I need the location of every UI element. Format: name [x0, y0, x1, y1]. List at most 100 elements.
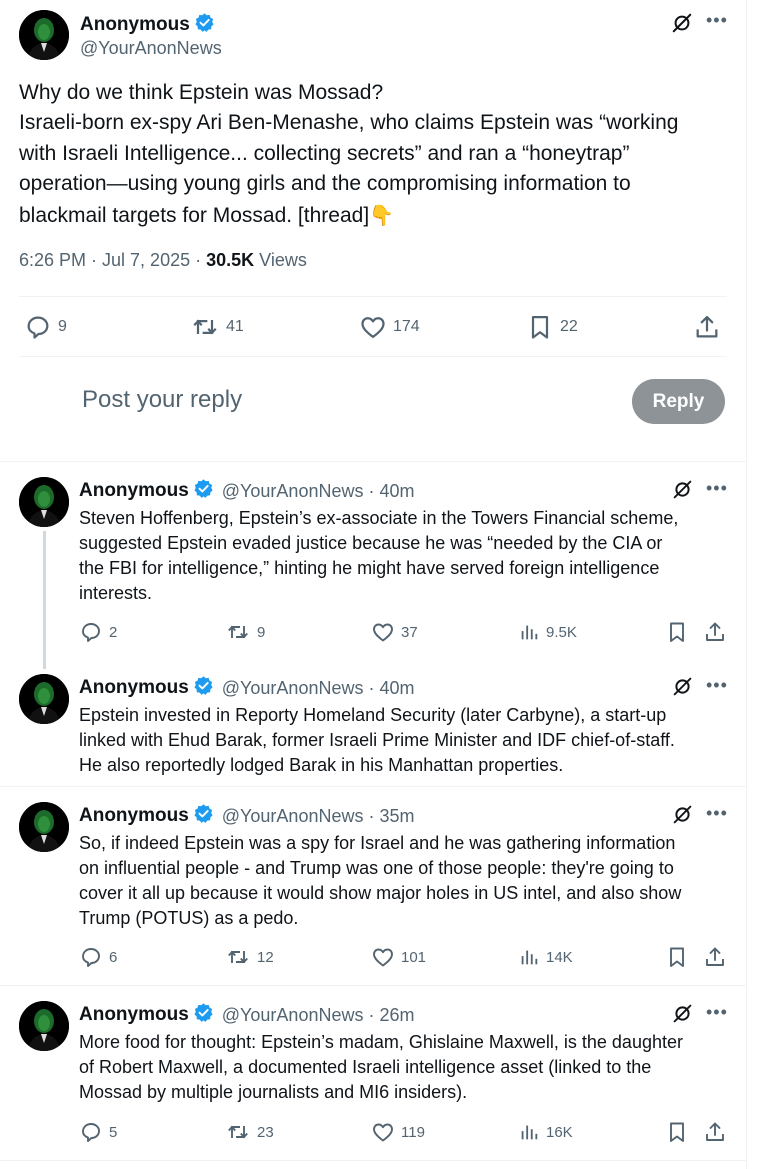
- reply-text: More food for thought: Epstein’s madam, …: [79, 1030, 729, 1105]
- repost-count: 12: [257, 948, 274, 966]
- post-text-line: operation—using young girls and the comp…: [19, 172, 631, 196]
- author-name[interactable]: Anonymous: [79, 805, 189, 827]
- author-name-row: Anonymous: [80, 12, 215, 38]
- repost-icon: [225, 1120, 251, 1144]
- author-handle[interactable]: @YourAnonNews: [222, 1005, 364, 1026]
- like-icon: [371, 945, 395, 969]
- author-name[interactable]: Anonymous: [79, 677, 189, 699]
- avatar[interactable]: [19, 1001, 69, 1051]
- like-button[interactable]: 37: [371, 620, 418, 644]
- section-divider: [0, 461, 746, 462]
- grok-icon[interactable]: [671, 12, 693, 39]
- reply-header: Anonymous @YourAnonNews · 40m: [79, 675, 415, 701]
- pointing-down-emoji: 👇: [369, 202, 395, 227]
- views-icon: [518, 1120, 540, 1144]
- author-handle[interactable]: @YourAnonNews: [222, 806, 364, 827]
- reply-time[interactable]: · 35m: [368, 806, 414, 827]
- bookmark-button[interactable]: 22: [526, 313, 578, 341]
- reply-count: 2: [109, 623, 118, 641]
- repost-icon: [225, 945, 251, 969]
- reply-header: Anonymous @YourAnonNews · 35m: [79, 803, 415, 829]
- reply-text: Epstein invested in Reporty Homeland Sec…: [79, 703, 729, 778]
- repost-count: 23: [257, 1123, 274, 1141]
- share-icon: [703, 620, 727, 644]
- reply-text-line: on influential people - and Trump was on…: [79, 858, 674, 878]
- author-handle[interactable]: @YourAnonNews: [222, 678, 364, 699]
- reply-button[interactable]: 6: [79, 945, 117, 969]
- more-icon[interactable]: •••: [706, 478, 728, 499]
- share-icon: [703, 1120, 727, 1144]
- repost-button[interactable]: 12: [225, 945, 274, 969]
- post-text-line: Israeli-born ex-spy Ari Ben-Menashe, who…: [19, 111, 679, 135]
- reply-time[interactable]: · 40m: [368, 481, 414, 502]
- bookmark-button[interactable]: [665, 620, 689, 644]
- thread-connector-line: [43, 531, 46, 669]
- reply-text-line: Steven Hoffenberg, Epstein’s ex-associat…: [79, 508, 679, 528]
- reply-count: 6: [109, 948, 118, 966]
- grok-icon[interactable]: [672, 676, 693, 702]
- repost-button[interactable]: 41: [190, 313, 244, 341]
- more-icon[interactable]: •••: [706, 675, 728, 696]
- like-count: 37: [401, 623, 418, 641]
- share-button[interactable]: [703, 1120, 727, 1144]
- more-icon[interactable]: •••: [706, 10, 728, 31]
- views-button[interactable]: 9.5K: [518, 620, 577, 644]
- repost-icon: [190, 313, 220, 341]
- views-button[interactable]: 16K: [518, 1120, 573, 1144]
- verified-badge-icon: [193, 478, 214, 504]
- share-button[interactable]: [693, 313, 721, 341]
- reply-input[interactable]: Post your reply: [82, 386, 242, 414]
- reply-button[interactable]: 5: [79, 1120, 117, 1144]
- like-count: 119: [401, 1123, 425, 1141]
- more-icon[interactable]: •••: [706, 1002, 728, 1023]
- author-name[interactable]: Anonymous: [79, 1004, 189, 1026]
- post-text-line-last: blackmail targets for Mossad. [thread]👇: [19, 200, 729, 231]
- post-timestamp[interactable]: 6:26 PM · Jul 7, 2025 ·: [19, 250, 206, 270]
- share-button[interactable]: [703, 945, 727, 969]
- like-icon: [371, 1120, 395, 1144]
- author-name[interactable]: Anonymous: [80, 14, 190, 35]
- author-name[interactable]: Anonymous: [79, 480, 189, 502]
- reply-time[interactable]: · 40m: [368, 678, 414, 699]
- views-icon: [518, 620, 540, 644]
- bookmark-button[interactable]: [665, 945, 689, 969]
- reply-button[interactable]: 2: [79, 620, 117, 644]
- conversation-column: Anonymous @YourAnonNews ••• Why do we th…: [0, 0, 747, 1169]
- reply-text-line: cover it all up because it would show ma…: [79, 883, 682, 903]
- views-button[interactable]: 14K: [518, 945, 573, 969]
- share-button[interactable]: [703, 620, 727, 644]
- reply-time[interactable]: · 26m: [368, 1005, 414, 1026]
- reply-button[interactable]: 9: [24, 313, 67, 341]
- repost-button[interactable]: 9: [225, 620, 265, 644]
- grok-icon[interactable]: [672, 479, 693, 505]
- reply-header: Anonymous @YourAnonNews · 40m: [79, 478, 415, 504]
- avatar[interactable]: [19, 477, 69, 527]
- author-handle[interactable]: @YourAnonNews: [222, 481, 364, 502]
- more-icon[interactable]: •••: [706, 803, 728, 824]
- views-count: 14K: [546, 948, 573, 966]
- reply-text-line: of Robert Maxwell, a documented Israeli …: [79, 1057, 652, 1077]
- reply-header: Anonymous @YourAnonNews · 26m: [79, 1002, 415, 1028]
- bookmark-button[interactable]: [665, 1120, 689, 1144]
- reply-icon: [24, 313, 52, 341]
- avatar[interactable]: [19, 674, 69, 724]
- grok-icon[interactable]: [672, 1003, 693, 1029]
- repost-button[interactable]: 23: [225, 1120, 274, 1144]
- post-text-line: Why do we think Epstein was Mossad?: [19, 81, 384, 104]
- reply-text-line: Trump (POTUS) as a pedo.: [79, 908, 299, 928]
- like-button[interactable]: 101: [371, 945, 426, 969]
- reply-icon: [79, 945, 103, 969]
- repost-icon: [225, 620, 251, 644]
- reply-text-line: interests.: [79, 583, 153, 603]
- section-divider: [0, 786, 746, 787]
- verified-badge-icon: [193, 1002, 214, 1028]
- reply-text-line: Epstein invested in Reporty Homeland Sec…: [79, 705, 667, 725]
- author-handle[interactable]: @YourAnonNews: [80, 38, 222, 59]
- avatar-image: [19, 10, 69, 60]
- like-button[interactable]: 119: [371, 1120, 425, 1144]
- avatar[interactable]: [19, 10, 69, 60]
- reply-submit-button[interactable]: Reply: [632, 379, 725, 424]
- grok-icon[interactable]: [672, 804, 693, 830]
- avatar[interactable]: [19, 802, 69, 852]
- like-button[interactable]: 174: [359, 313, 420, 341]
